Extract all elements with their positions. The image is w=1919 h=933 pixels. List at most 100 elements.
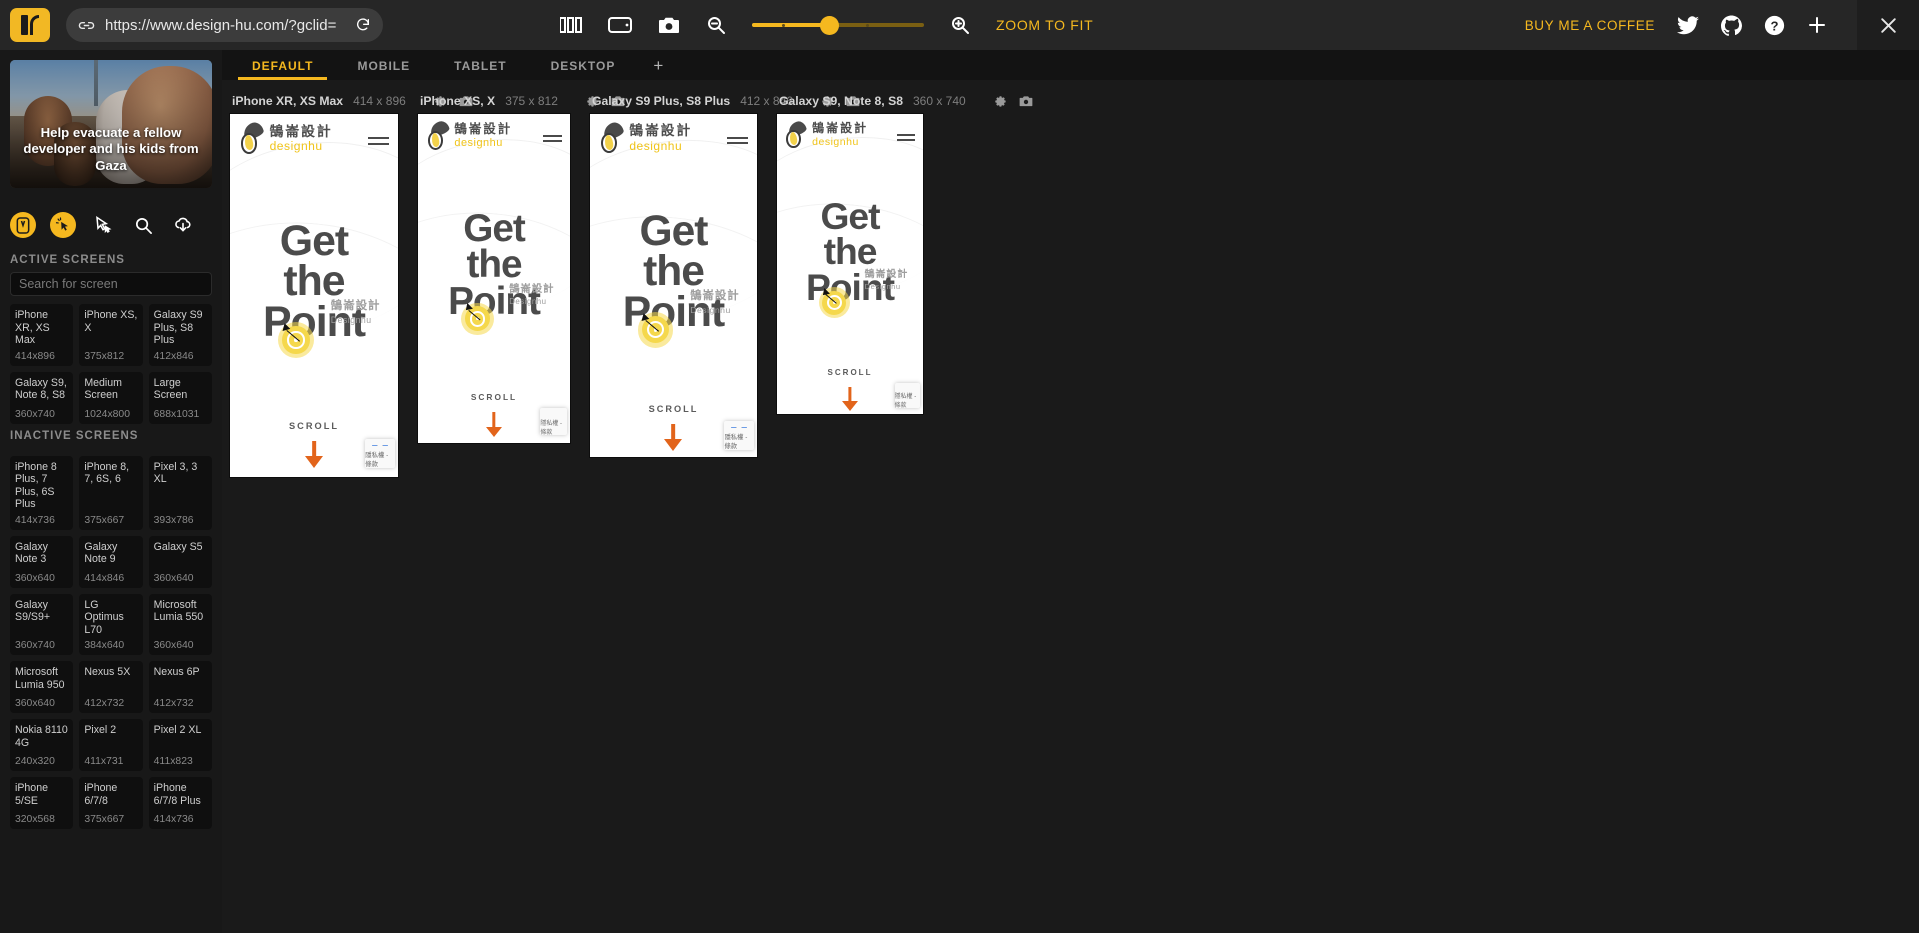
screen-card[interactable]: Galaxy S9 Plus, S8 Plus 412x846 [148,304,212,366]
zoom-slider-knob[interactable] [820,16,839,35]
hamburger-menu-icon[interactable] [896,134,915,141]
screen-card-dimensions: 414x736 [153,814,194,825]
site-header: 鵠崙設計 designhu [230,114,398,154]
recaptcha-label: 隱私權 - 條款 [724,434,748,451]
gear-icon[interactable] [994,95,1007,108]
url-bar[interactable]: https://www.design-hu.com/?gclid= [66,8,383,42]
help-icon[interactable]: ? [1764,15,1785,36]
app-logo[interactable] [10,8,50,42]
main-panel: DEFAULT MOBILE TABLET DESKTOP + iPhone XR, X… [222,50,1919,933]
buy-me-a-coffee-link[interactable]: BUY ME A COFFEE [1525,18,1655,33]
recaptcha-badge[interactable]: 隱私權 - 條款 [540,408,567,436]
screen-card-name: iPhone 6/7/8 Plus [153,782,201,807]
cloud-download-icon[interactable] [170,212,196,238]
zoom-slider[interactable] [752,16,924,35]
screen-card[interactable]: iPhone 8 Plus, 7 Plus, 6S Plus 414x736 [10,455,74,530]
zoom-to-fit-button[interactable]: ZOOM TO FIT [996,17,1093,33]
mobile-device-icon[interactable] [10,212,36,238]
recaptcha-badge[interactable]: 隱私權 - 條款 [365,438,395,469]
screen-card-dimensions: 360x740 [15,640,55,651]
twitter-icon[interactable] [1677,15,1699,35]
screen-card[interactable]: Nexus 6P 412x732 [148,661,212,713]
device-viewport[interactable]: 鵠崙設計 designhu Get the Point 鵠崙設計 Designh… [418,114,570,443]
brand-name-cn: 鵠崙設計 [454,122,513,137]
logo-glyph-left [21,15,28,35]
pointer-select-icon[interactable] [90,212,116,238]
device-frame-name: Galaxy S9 Plus, S8 Plus [592,94,731,108]
screen-card[interactable]: Galaxy S9/S9+ 360x740 [10,593,74,655]
screen-card-name: Pixel 2 XL [153,724,202,736]
hamburger-menu-icon[interactable] [367,137,389,145]
screen-card[interactable]: Microsoft Lumia 950 360x640 [10,661,74,713]
screen-card[interactable]: Galaxy Note 9 414x846 [79,535,143,588]
screen-card[interactable]: Galaxy S9, Note 8, S8 360x740 [10,371,74,424]
promo-banner[interactable]: Help evacuate a fellow developer and his… [10,60,212,188]
designhu-logo-icon[interactable]: 鵠崙設計 designhu [239,120,333,154]
columns-layout-icon[interactable] [560,17,582,33]
logo-glyph-right [30,15,39,35]
recaptcha-badge[interactable]: 隱私權 - 條款 [894,382,921,409]
screen-card[interactable]: Nexus 5X 412x732 [79,661,143,713]
github-icon[interactable] [1721,14,1742,36]
down-arrow-icon [663,423,685,452]
screen-card[interactable]: Galaxy Note 3 360x640 [10,535,74,588]
device-frame-column: Galaxy S9 Plus, S8 Plus 412 x 846 鵠崙設計 d… [590,88,860,457]
sync-click-icon[interactable] [50,212,76,238]
reload-icon[interactable] [355,17,371,33]
screen-card[interactable]: iPhone 8, 7, 6S, 6 375x667 [79,455,143,530]
logo-text: 鵠崙設計 designhu [270,124,333,152]
device-viewport[interactable]: 鵠崙設計 designhu Get the Point 鵠崙設計 Designh… [230,114,398,477]
screen-card[interactable]: LG Optimus L70 384x640 [79,593,143,655]
screen-card[interactable]: Microsoft Lumia 550 360x640 [148,593,212,655]
designhu-logo-icon[interactable]: 鵠崙設計 designhu [426,119,513,150]
screenshot-camera-icon[interactable] [658,16,680,34]
hamburger-menu-icon[interactable] [542,134,562,142]
screen-card-dimensions: 320x568 [15,814,55,825]
screen-card-dimensions: 360x640 [153,640,194,651]
device-viewport[interactable]: 鵠崙設計 designhu Get the Point 鵠崙設計 Designh… [590,114,757,457]
screen-card[interactable]: Nokia 8110 4G 240x320 [10,719,74,771]
screen-card[interactable]: Pixel 3, 3 XL 393x786 [148,455,212,530]
logo-mark [599,120,626,154]
screen-card-dimensions: 414x896 [15,350,55,362]
tab-desktop[interactable]: DESKTOP [529,59,638,80]
screen-card-dimensions: 411x823 [153,756,193,767]
screen-card[interactable]: Pixel 2 XL 411x823 [148,719,212,771]
url-input[interactable]: https://www.design-hu.com/?gclid= [105,17,349,34]
device-viewport[interactable]: 鵠崙設計 designhu Get the Point 鵠崙設計 Designh… [777,114,923,414]
target-arrow-icon [277,322,314,359]
screen-card[interactable]: iPhone 6/7/8 375x667 [79,777,143,829]
search-input[interactable] [10,272,212,296]
screen-card[interactable]: Medium Screen 1024x800 [79,371,143,424]
tab-default[interactable]: DEFAULT [230,59,335,80]
screen-card[interactable]: Pixel 2 411x731 [79,719,143,771]
tab-mobile[interactable]: MOBILE [335,59,432,80]
designhu-logo-icon[interactable]: 鵠崙設計 designhu [785,119,868,149]
screen-card-dimensions: 393x786 [153,514,194,526]
tab-tablet[interactable]: TABLET [432,59,528,80]
recaptcha-badge[interactable]: 隱私權 - 條款 [724,420,754,451]
close-icon[interactable] [1857,0,1919,50]
screen-card[interactable]: iPhone 6/7/8 Plus 414x736 [148,777,212,829]
screen-card[interactable]: Galaxy S5 360x640 [148,535,212,588]
zoom-out-icon[interactable] [706,15,726,35]
website-render: 鵠崙設計 designhu Get the Point 鵠崙設計 Designh… [230,114,398,477]
screen-card[interactable]: iPhone XR, XS Max 414x896 [10,304,74,366]
zoom-track-filled [752,23,830,27]
hero-line-1: Get [820,194,880,237]
designhu-logo-icon[interactable]: 鵠崙設計 designhu [599,120,693,154]
tab-bar: DEFAULT MOBILE TABLET DESKTOP + [222,50,1919,80]
hamburger-menu-icon[interactable] [726,137,748,145]
zoom-in-icon[interactable] [950,15,970,35]
search-icon[interactable] [130,212,156,238]
camera-icon[interactable] [1019,95,1033,107]
brand-name-cn: 鵠崙設計 [629,123,693,139]
plus-icon[interactable] [1807,15,1827,35]
add-tab-button[interactable]: + [637,56,679,80]
screen-card[interactable]: iPhone XS, X 375x812 [79,304,143,366]
logo-mark [426,119,450,150]
screen-card[interactable]: iPhone 5/SE 320x568 [10,777,74,829]
landscape-orientation-icon[interactable] [608,16,632,34]
screen-card[interactable]: Large Screen 688x1031 [148,371,212,424]
device-frame-name: Galaxy S9, Note 8, S8 [779,94,903,108]
